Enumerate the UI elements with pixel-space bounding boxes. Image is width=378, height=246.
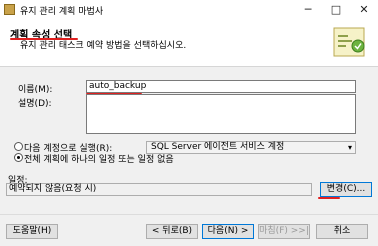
wizard-banner-icon <box>333 27 365 57</box>
cancel-button[interactable]: 취소 <box>316 224 368 239</box>
back-button[interactable]: < 뒤로(B) <box>146 224 198 239</box>
name-input[interactable]: auto_backup <box>86 80 356 93</box>
wizard-app-icon <box>4 4 15 15</box>
annotation-underline-title <box>10 38 78 40</box>
schedule-field: 예약되지 않음(요청 시) <box>6 183 312 196</box>
help-button[interactable]: 도움말(H) <box>6 224 58 239</box>
single-schedule-label: 전체 계획에 하나의 일정 또는 일정 없음 <box>24 155 174 165</box>
description-label: 설명(D): <box>18 99 52 109</box>
close-button[interactable]: ✕ <box>350 0 378 20</box>
footer-divider <box>0 214 378 215</box>
change-schedule-button[interactable]: 변경(C)... <box>320 182 372 197</box>
single-schedule-radio[interactable] <box>14 153 23 162</box>
maximize-button[interactable]: □ <box>322 0 350 20</box>
chevron-down-icon: ▾ <box>347 143 352 152</box>
annotation-underline-change <box>318 197 340 199</box>
run-as-select[interactable]: SQL Server 에이전트 서비스 계정 ▾ <box>146 141 356 154</box>
next-button[interactable]: 다음(N) > <box>202 224 254 239</box>
finish-button[interactable]: 마침(F) >>| <box>258 224 310 239</box>
run-as-value: SQL Server 에이전트 서비스 계정 <box>151 142 285 152</box>
window-title: 유지 관리 계획 마법사 <box>20 7 104 17</box>
description-input[interactable] <box>86 94 356 134</box>
run-as-radio[interactable] <box>14 142 23 151</box>
minimize-button[interactable]: ─ <box>294 0 322 20</box>
name-label: 이름(M): <box>18 85 53 95</box>
